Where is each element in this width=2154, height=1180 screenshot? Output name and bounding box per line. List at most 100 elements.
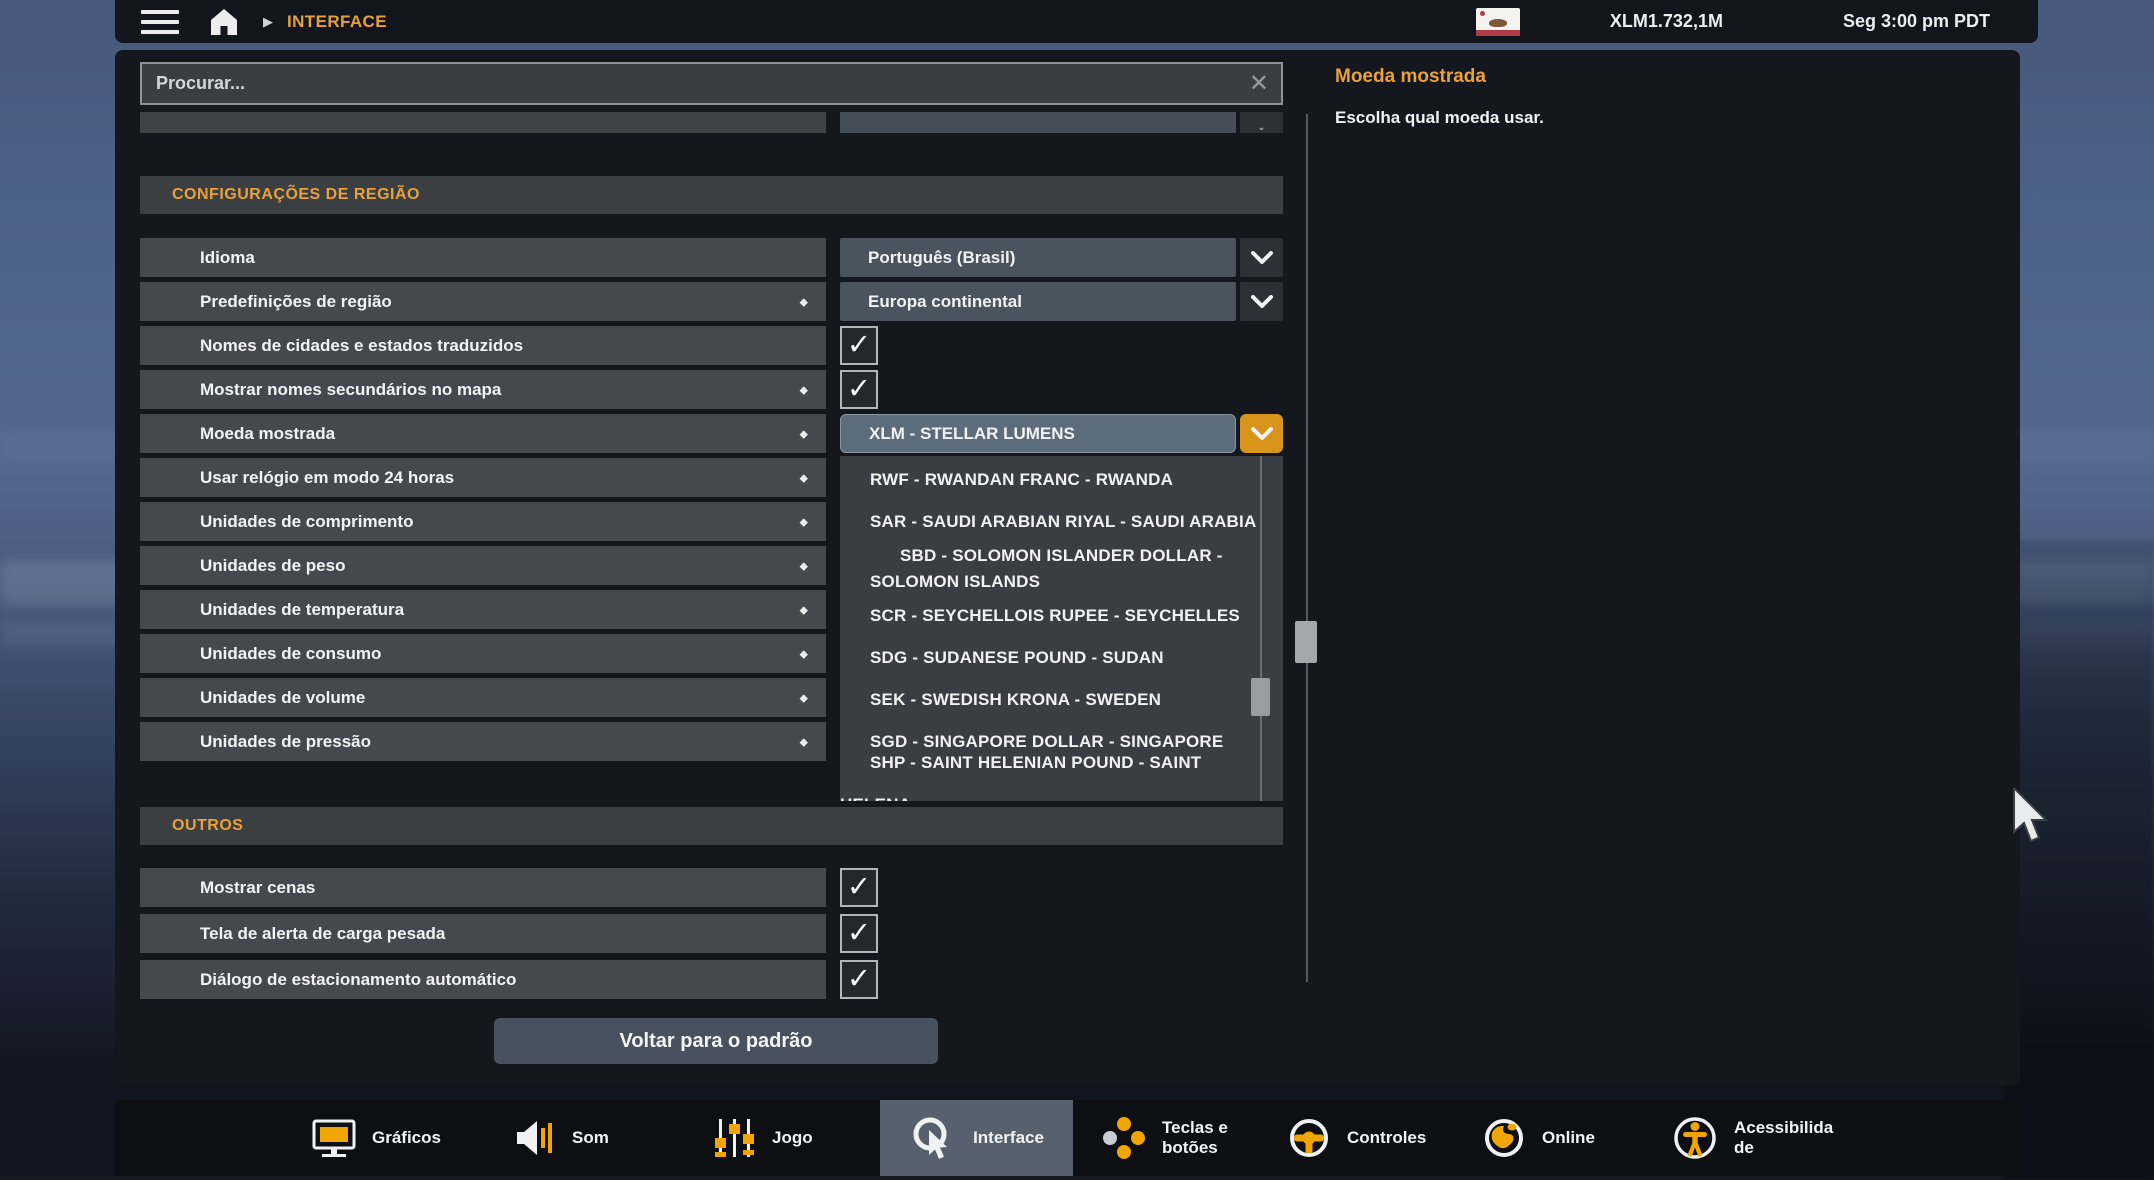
setting-control: XLM - STELLAR LUMENS — [840, 414, 1283, 453]
currency-option[interactable]: SAR - SAUDI ARABIAN RIYAL - SAUDI ARABIA — [840, 501, 1283, 543]
tab-controles[interactable]: Controles — [1275, 1100, 1485, 1176]
tab-interface[interactable]: Interface — [880, 1100, 1073, 1176]
setting-control: Português (Brasil) — [840, 238, 1283, 277]
modified-diamond-icon: ◆ — [799, 428, 808, 440]
setting-label[interactable]: Unidades de pressão ◆ — [140, 722, 826, 761]
chevron-down-icon[interactable] — [1240, 238, 1283, 277]
setting-row: Moeda mostrada ◆ XLM - STELLAR LUMENS — [140, 414, 1283, 453]
setting-label[interactable]: Predefinições de região ◆ — [140, 282, 826, 321]
currency-option[interactable]: SEK - SWEDISH KRONA - SWEDEN — [840, 679, 1283, 721]
dropdown-scrollbar-thumb[interactable] — [1251, 678, 1270, 716]
mouse-cursor — [2012, 785, 2054, 851]
tab-label: Interface — [973, 1128, 1044, 1148]
menu-icon[interactable] — [141, 9, 179, 34]
home-icon[interactable] — [207, 6, 241, 38]
breadcrumb-arrow-icon: ▶ — [263, 13, 273, 29]
search-input[interactable] — [142, 72, 1237, 95]
tab-label: Jogo — [772, 1128, 813, 1148]
breadcrumb: INTERFACE — [287, 11, 387, 31]
setting-label[interactable]: Unidades de temperatura ◆ — [140, 590, 826, 629]
page-scrollbar-thumb[interactable] — [1295, 621, 1317, 663]
setting-info-title: Moeda mostrada — [1335, 66, 1486, 87]
setting-control: ✓ — [840, 960, 1283, 999]
dropdown-value[interactable]: Português (Brasil) — [840, 238, 1236, 277]
modified-diamond-icon: ◆ — [799, 472, 808, 484]
page-scrollbar-track[interactable] — [1306, 114, 1308, 982]
setting-row: Mostrar nomes secundários no mapa ◆ ✓ — [140, 370, 1283, 409]
setting-control: Europa continental — [840, 282, 1283, 321]
setting-label[interactable]: Moeda mostrada ◆ — [140, 414, 826, 453]
checkbox[interactable]: ✓ — [840, 960, 878, 999]
checkbox[interactable]: ✓ — [840, 868, 878, 907]
settings-panel: ✕ ⌄ CONFIGURAÇÕES DE REGIÃO Idioma Portug… — [115, 50, 2020, 1085]
setting-label[interactable]: Idioma — [140, 238, 826, 277]
setting-row: Predefinições de região ◆ Europa continent… — [140, 282, 1283, 321]
tab-online[interactable]: Online — [1470, 1100, 1660, 1176]
gamepad-buttons-icon — [1100, 1114, 1148, 1162]
setting-label[interactable]: Unidades de comprimento ◆ — [140, 502, 826, 541]
clear-search-icon[interactable]: ✕ — [1237, 71, 1281, 96]
tab-label: Gráficos — [372, 1128, 441, 1148]
outros-rows: Mostrar cenas ✓ Tela de alerta de carga pe… — [140, 868, 1283, 1006]
setting-label[interactable]: Mostrar nomes secundários no mapa ◆ — [140, 370, 826, 409]
accessibility-icon — [1670, 1113, 1720, 1163]
setting-label[interactable]: Mostrar cenas — [140, 868, 826, 907]
dropdown-value[interactable]: Europa continental — [840, 282, 1236, 321]
setting-label[interactable]: Tela de alerta de carga pesada — [140, 914, 826, 953]
tab-teclas-e-bot-es[interactable]: Teclas e botões — [1090, 1100, 1295, 1176]
checkbox[interactable]: ✓ — [840, 326, 878, 365]
modified-diamond-icon: ◆ — [799, 648, 808, 660]
section-header-region: CONFIGURAÇÕES DE REGIÃO — [140, 176, 1283, 214]
globe-icon — [1480, 1114, 1528, 1162]
modified-diamond-icon: ◆ — [799, 560, 808, 572]
setting-label[interactable]: Nomes de cidades e estados traduzidos — [140, 326, 826, 365]
top-bar: ▶ INTERFACE XLM1.732,1M Seg 3:00 pm PDT — [115, 0, 2038, 43]
currency-option[interactable]: RWF - RWANDAN FRANC - RWANDA — [840, 459, 1283, 501]
setting-control: ✓ — [840, 914, 1283, 953]
setting-label[interactable]: Unidades de volume ◆ — [140, 678, 826, 717]
setting-row: Diálogo de estacionamento automático ✓ — [140, 960, 1283, 999]
checkbox[interactable]: ✓ — [840, 914, 878, 953]
tab-label: Controles — [1347, 1128, 1427, 1148]
setting-label[interactable]: Diálogo de estacionamento automático — [140, 960, 826, 999]
scene-truck-shadow — [2004, 540, 2154, 1180]
modified-diamond-icon: ◆ — [799, 516, 808, 528]
setting-label[interactable]: Usar relógio em modo 24 horas ◆ — [140, 458, 826, 497]
modified-diamond-icon: ◆ — [799, 736, 808, 748]
chevron-down-icon[interactable] — [1240, 282, 1283, 321]
modified-diamond-icon: ◆ — [799, 296, 808, 308]
steering-wheel-icon — [1285, 1114, 1333, 1162]
setting-control: ✓ — [840, 326, 1283, 365]
reset-to-default-button[interactable]: Voltar para o padrão — [494, 1018, 938, 1064]
setting-label[interactable]: Unidades de peso ◆ — [140, 546, 826, 585]
tab-label: Online — [1542, 1128, 1595, 1148]
currency-option[interactable]: SBD - SOLOMON ISLANDER DOLLAR - SOLOMON … — [840, 543, 1283, 595]
tab-som[interactable]: Som — [500, 1100, 685, 1176]
settings-tab-bar: Gráficos Som Jogo Interface Teclas e botões C… — [115, 1100, 2020, 1176]
chevron-down-icon[interactable] — [1240, 414, 1283, 453]
currency-option[interactable]: SHP - SAINT HELENIAN POUND - SAINT HELEN… — [840, 753, 1283, 801]
checkbox[interactable]: ✓ — [840, 370, 878, 409]
currency-balance: XLM1.732,1M — [1609, 11, 1723, 31]
currency-option[interactable]: SDG - SUDANESE POUND - SUDAN — [840, 637, 1283, 679]
setting-row: Idioma Português (Brasil) — [140, 238, 1283, 277]
currency-option[interactable]: SCR - SEYCHELLOIS RUPEE - SEYCHELLES — [840, 595, 1283, 637]
setting-row: Mostrar cenas ✓ — [140, 868, 1283, 907]
modified-diamond-icon: ◆ — [799, 604, 808, 616]
dropdown-value[interactable]: XLM - STELLAR LUMENS — [840, 414, 1236, 453]
setting-row: Nomes de cidades e estados traduzidos ✓ — [140, 326, 1283, 365]
pointer-icon — [909, 1113, 959, 1163]
tab-acessibilida-de[interactable]: Acessibilida de — [1660, 1100, 1905, 1176]
california-flag-icon — [1475, 7, 1520, 36]
setting-label[interactable]: Unidades de consumo ◆ — [140, 634, 826, 673]
tab-jogo[interactable]: Jogo — [700, 1100, 880, 1176]
sliders-icon — [710, 1114, 758, 1162]
modified-diamond-icon: ◆ — [799, 692, 808, 704]
dropdown-scrollbar-track[interactable] — [1260, 456, 1262, 801]
search-box[interactable]: ✕ — [140, 62, 1283, 105]
tab-label: Acessibilida de — [1734, 1118, 1834, 1157]
monitor-icon — [310, 1114, 358, 1162]
chevron-down-icon[interactable]: ⌄ — [1240, 112, 1283, 133]
section-header-outros: OUTROS — [140, 807, 1283, 845]
tab-label: Teclas e botões — [1162, 1118, 1228, 1157]
